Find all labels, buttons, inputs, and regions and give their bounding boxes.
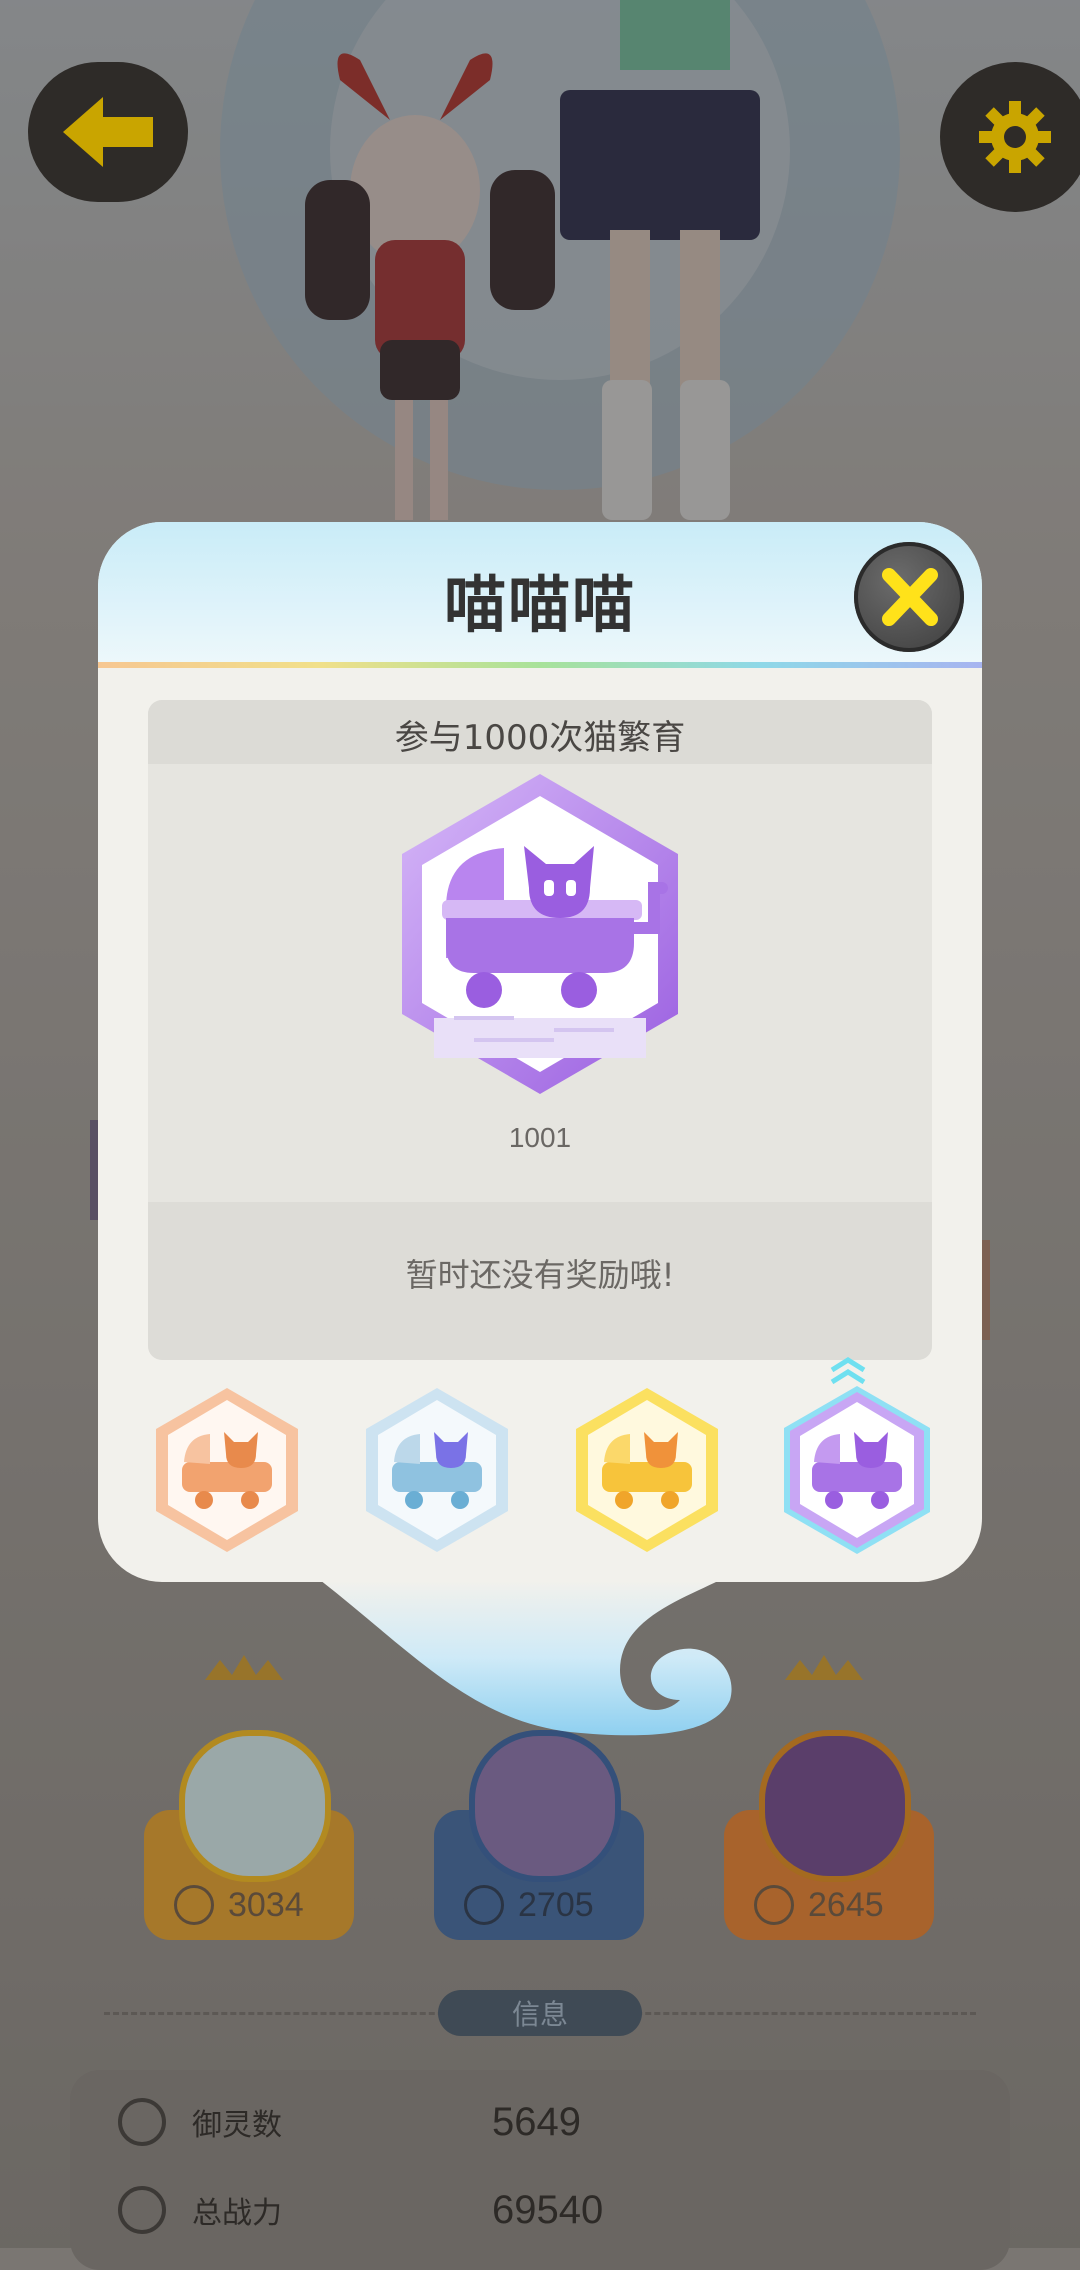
stat-label: 总战力 — [192, 2196, 282, 2231]
achievement-code: 1001 — [508, 1122, 572, 1153]
hero-score: 2705 — [464, 1885, 624, 1925]
spirit-icon — [118, 2098, 166, 2146]
reward-text: 暂时还没有奖励哦! — [405, 1256, 675, 1294]
close-x-icon — [882, 568, 938, 626]
tier-badge-silver[interactable] — [362, 1384, 512, 1554]
stat-row-spirits: 御灵数 5649 — [118, 2092, 938, 2152]
tier-badge-purple[interactable] — [782, 1384, 932, 1554]
tier-badge-bronze[interactable] — [152, 1384, 302, 1554]
achievement-requirement: 参与1000次猫繁育 — [394, 718, 686, 758]
back-button[interactable] — [28, 62, 188, 202]
hero-portrait — [759, 1730, 911, 1882]
rainbow-divider — [98, 662, 982, 668]
hero-score: 2645 — [754, 1885, 914, 1925]
hero-score-value: 2705 — [518, 1885, 594, 1924]
hero-card-2[interactable]: 2705 — [434, 1730, 644, 1940]
stats-panel: 御灵数 5649 总战力 69540 — [70, 2070, 1010, 2270]
tier-badge-gold[interactable] — [572, 1384, 722, 1554]
stat-value: 69540 — [492, 2187, 604, 2232]
settings-button[interactable] — [940, 62, 1080, 212]
selected-chevron-icon — [830, 1357, 866, 1385]
stat-row-power: 总战力 69540 — [118, 2180, 938, 2240]
dialog-tail — [320, 1580, 732, 1736]
hero-portrait — [469, 1730, 621, 1882]
power-icon — [754, 1885, 794, 1925]
stat-value: 5649 — [492, 2099, 581, 2144]
cat-stroller-icon — [402, 774, 678, 1094]
reward-section: 暂时还没有奖励哦! — [148, 1202, 932, 1360]
hero-score: 3034 — [174, 1885, 334, 1925]
hero-card-3[interactable]: 2645 — [724, 1730, 934, 1940]
power-icon — [174, 1885, 214, 1925]
gear-icon — [979, 101, 1051, 173]
hero-score-value: 2645 — [808, 1885, 884, 1924]
hero-portrait — [179, 1730, 331, 1882]
info-tag: 信息 — [438, 1990, 642, 2036]
close-button[interactable] — [854, 542, 964, 652]
power-icon — [464, 1885, 504, 1925]
arrow-left-icon — [63, 97, 153, 167]
achievement-panel: 参与1000次猫繁育 1001 暂时还没有奖励哦! — [148, 700, 932, 1360]
hero-card-1[interactable]: 3034 — [144, 1730, 354, 1940]
power-icon — [118, 2186, 166, 2234]
hero-score-value: 3034 — [228, 1885, 304, 1924]
achievement-dialog: 喵喵喵 参与1000次猫繁育 1001 暂时还没有奖励哦! — [98, 522, 982, 1582]
stat-label: 御灵数 — [192, 2108, 282, 2143]
dialog-title: 喵喵喵 — [443, 568, 636, 641]
